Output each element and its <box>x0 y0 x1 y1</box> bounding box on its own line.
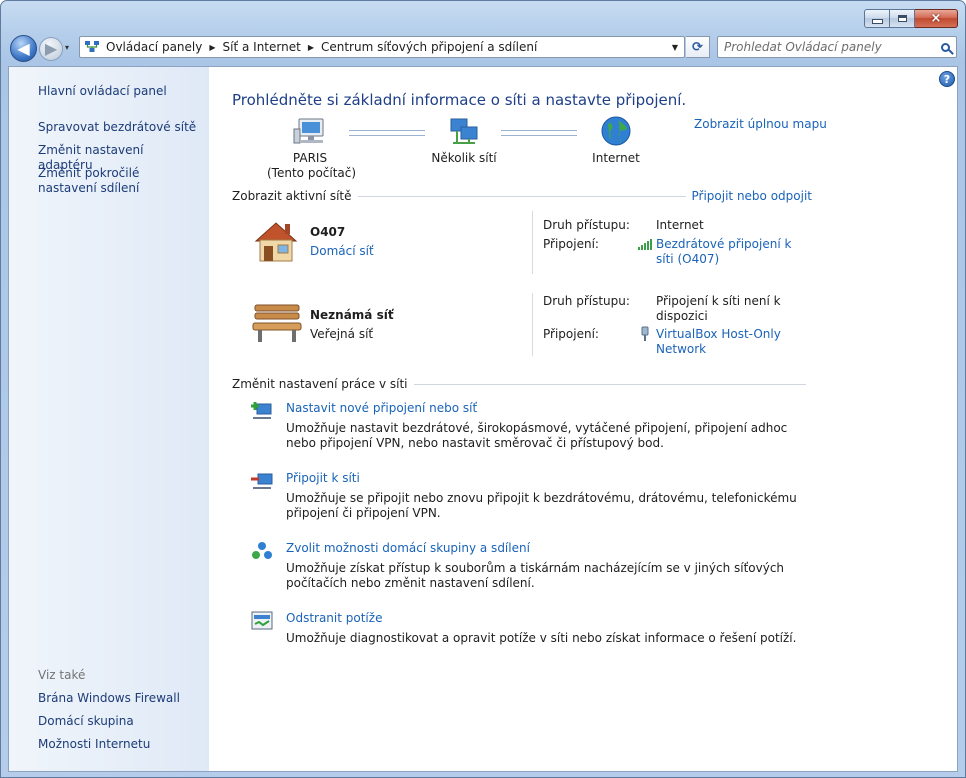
address-bar[interactable]: Ovládací panely ▶ Síť a Internet ▶ Centrum… <box>79 36 685 58</box>
computer-note: (Tento počítač) <box>267 166 357 180</box>
network-name: O407 <box>310 225 346 239</box>
see-also-firewall[interactable]: Brána Windows Firewall <box>38 691 198 706</box>
map-node-networks[interactable]: Několik sítí <box>424 151 504 166</box>
forward-button[interactable]: ▶ <box>39 37 63 61</box>
control-panel-window: × ◀ ▶ ▾ Ovládací panely ▶ Síť a Internet ▶… <box>0 0 966 778</box>
wireless-signal-icon <box>638 239 652 250</box>
connect-to-network-icon <box>251 473 273 489</box>
wired-adapter-icon <box>641 326 649 341</box>
new-connection-icon <box>251 402 272 419</box>
network-divider <box>532 293 533 356</box>
connect-disconnect-link[interactable]: Připojit nebo odpojit <box>692 189 813 203</box>
maximize-button[interactable] <box>890 9 915 28</box>
internet-globe-icon <box>601 116 631 146</box>
troubleshoot-icon <box>251 611 273 630</box>
task-description: Umožňuje se připojit nebo znovu připojit… <box>286 491 797 520</box>
search-input[interactable] <box>718 39 936 55</box>
connection-label: Připojení: <box>543 237 599 251</box>
homegroup-icon <box>252 542 272 559</box>
breadcrumb-label: Ovládací panely <box>106 40 203 54</box>
refresh-icon: ⟳ <box>692 39 703 55</box>
map-connection-line <box>349 130 425 136</box>
network-divider <box>532 211 533 274</box>
network-type-link[interactable]: Domácí síť <box>310 244 374 258</box>
breadcrumb-network-internet[interactable]: Síť a Internet ▶ <box>223 40 321 54</box>
minimize-icon <box>871 19 883 24</box>
access-type-label: Druh přístupu: <box>543 218 630 232</box>
close-icon: × <box>930 11 942 26</box>
history-dropdown-icon[interactable]: ▾ <box>65 43 69 52</box>
forward-arrow-icon: ▶ <box>44 39 58 58</box>
see-also-internet-options[interactable]: Možnosti Internetu <box>38 737 198 752</box>
content-area: Hlavní ovládací panel Spravovat bezdráto… <box>8 66 958 772</box>
refresh-button[interactable]: ⟳ <box>686 36 710 58</box>
task-homegroup-sharing-link[interactable]: Zvolit možnosti domácí skupiny a sdílení <box>286 541 530 555</box>
close-button[interactable]: × <box>915 9 958 28</box>
sidebar: Hlavní ovládací panel Spravovat bezdráto… <box>9 67 209 771</box>
task-connect-network-link[interactable]: Připojit k síti <box>286 471 360 485</box>
task-description: Umožňuje nastavit bezdrátové, širokopásm… <box>286 421 788 450</box>
multiple-networks-icon <box>450 118 478 144</box>
caption-buttons: × <box>864 9 958 28</box>
public-network-bench-icon <box>252 304 302 342</box>
maximize-icon <box>897 15 907 22</box>
minimize-button[interactable] <box>864 9 890 28</box>
network-center-icon <box>84 40 100 54</box>
task-description: Umožňuje diagnostikovat a opravit potíže… <box>286 631 797 645</box>
main-panel: Prohlédněte si základní informace o síti… <box>209 67 954 771</box>
computer-name: PARIS <box>292 151 328 165</box>
access-type-value: Připojení k síti není k dispozici <box>656 294 781 323</box>
connection-label: Připojení: <box>543 327 599 341</box>
change-settings-heading: Změnit nastavení práce v síti <box>232 377 408 391</box>
full-map-link[interactable]: Zobrazit úplnou mapu <box>694 117 827 131</box>
wireless-connection-link[interactable]: Bezdrátové připojení k síti (O407) <box>656 237 806 267</box>
active-networks-heading: Zobrazit aktivní sítě <box>232 189 352 203</box>
access-type-value: Internet <box>656 218 704 232</box>
map-connection-line <box>501 130 577 136</box>
task-troubleshoot-link[interactable]: Odstranit potíže <box>286 611 382 625</box>
access-type-label: Druh přístupu: <box>543 294 630 308</box>
task-setup-connection-link[interactable]: Nastavit nové připojení nebo síť <box>286 401 477 415</box>
breadcrumb-separator-icon[interactable]: ▶ <box>209 43 215 52</box>
map-node-computer[interactable]: PARIS (Tento počítač) <box>267 151 357 181</box>
page-title: Prohlédněte si základní informace o síti… <box>232 91 687 109</box>
map-node-internet[interactable]: Internet <box>584 151 648 166</box>
home-network-icon <box>254 222 298 262</box>
sidebar-item-manage-wireless[interactable]: Spravovat bezdrátové sítě <box>38 120 198 135</box>
breadcrumb-separator-icon[interactable]: ▶ <box>308 43 314 52</box>
network-name: Neznámá síť <box>310 308 394 322</box>
virtualbox-connection-link[interactable]: VirtualBox Host-Only Network <box>656 327 806 357</box>
back-button[interactable]: ◀ <box>10 35 37 62</box>
search-box[interactable] <box>717 36 957 58</box>
see-also-homegroup[interactable]: Domácí skupina <box>38 714 198 729</box>
active-networks-section: Zobrazit aktivní sítě Připojit nebo odpo… <box>232 188 812 204</box>
change-settings-section: Změnit nastavení práce v síti <box>232 376 812 392</box>
breadcrumb-network-sharing-center[interactable]: Centrum síťových připojení a sdílení <box>321 40 537 54</box>
section-divider <box>357 195 686 197</box>
breadcrumb-label: Centrum síťových připojení a sdílení <box>320 40 538 54</box>
breadcrumb-control-panel[interactable]: Ovládací panely ▶ <box>106 40 223 54</box>
sidebar-item-advanced-sharing[interactable]: Změnit pokročilé nastavení sdílení <box>38 166 198 196</box>
search-icon[interactable] <box>941 42 950 52</box>
network-type: Veřejná síť <box>310 327 374 341</box>
back-arrow-icon: ◀ <box>17 38 30 58</box>
address-dropdown-icon[interactable]: ▼ <box>672 43 678 52</box>
task-description: Umožňuje získat přístup k souborům a tis… <box>286 561 785 590</box>
sidebar-item-control-panel-home[interactable]: Hlavní ovládací panel <box>38 84 198 99</box>
section-divider <box>413 383 806 385</box>
computer-icon <box>293 118 324 144</box>
see-also-heading: Viz také <box>38 668 86 682</box>
breadcrumb-label: Síť a Internet <box>222 40 301 54</box>
